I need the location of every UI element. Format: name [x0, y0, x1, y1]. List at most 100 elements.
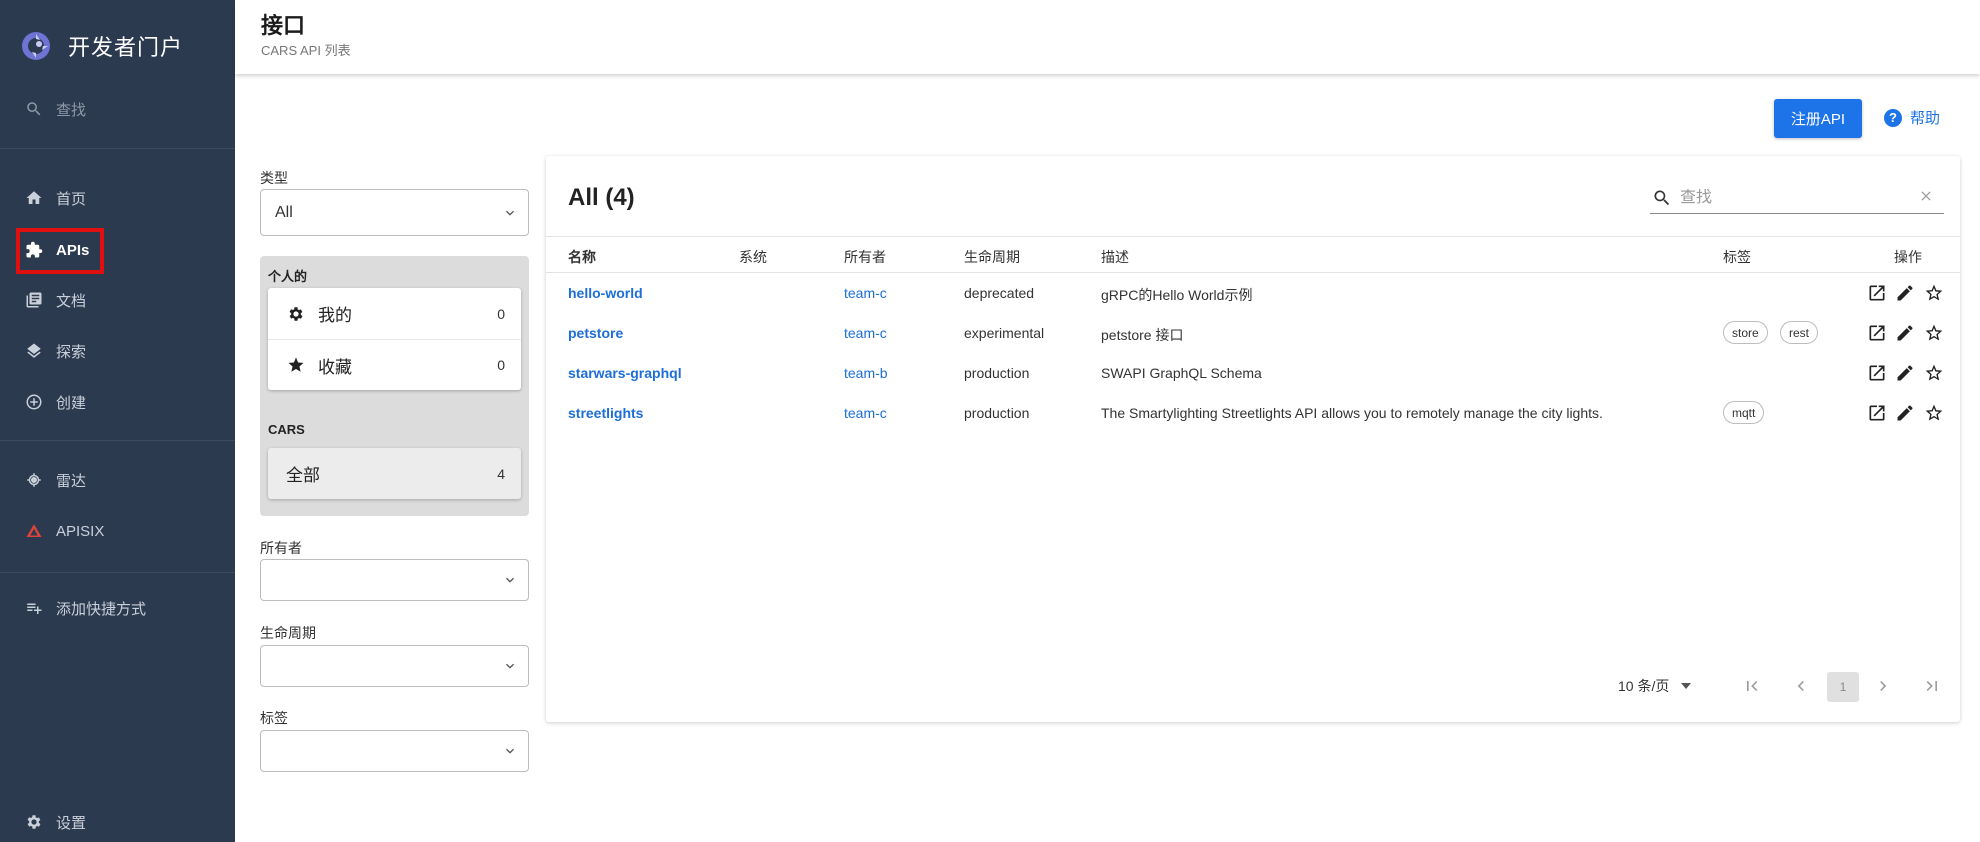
sidebar-item-add-shortcut[interactable]: 添加快捷方式 [24, 588, 146, 628]
star-outline-icon[interactable] [1923, 402, 1945, 424]
caret-down-icon [1681, 683, 1692, 689]
home-icon [24, 188, 44, 208]
help-link[interactable]: ? 帮助 [1884, 107, 1940, 128]
api-description: The Smartylighting Streetlights API allo… [1101, 405, 1603, 421]
chevron-down-icon [506, 210, 514, 216]
open-in-new-icon[interactable] [1866, 282, 1888, 304]
tags-filter-label: 标签 [260, 710, 288, 726]
api-lifecycle: deprecated [964, 285, 1035, 301]
sidebar-item-label: APISIX [56, 522, 105, 540]
column-header-tags[interactable]: 标签 [1723, 247, 1751, 267]
filter-starred[interactable]: 收藏 0 [268, 339, 521, 390]
tag-chip[interactable]: store [1723, 321, 1768, 344]
column-header-system[interactable]: 系统 [739, 247, 767, 267]
sidebar-item-label: 创建 [56, 394, 87, 412]
page-number-button[interactable]: 1 [1827, 672, 1859, 702]
api-owner-link[interactable]: team-c [844, 285, 887, 301]
column-header-owner[interactable]: 所有者 [844, 247, 886, 267]
sidebar-item-label: 雷达 [56, 472, 87, 490]
gear-icon [24, 812, 44, 832]
next-page-icon[interactable] [1869, 672, 1897, 700]
lifecycle-filter-label: 生命周期 [260, 625, 316, 641]
chevron-down-icon [506, 663, 514, 669]
api-name-link[interactable]: hello-world [568, 285, 643, 301]
type-filter-label: 类型 [260, 170, 288, 186]
api-owner-link[interactable]: team-c [844, 325, 887, 341]
column-header-lifecycle[interactable]: 生命周期 [964, 247, 1020, 267]
api-owner-link[interactable]: team-c [844, 405, 887, 421]
column-header-description[interactable]: 描述 [1101, 247, 1129, 267]
owner-filter-label: 所有者 [260, 540, 302, 556]
sidebar-item-apisix[interactable]: APISIX [24, 511, 104, 551]
filter-mine[interactable]: 我的 0 [268, 288, 521, 339]
open-in-new-icon[interactable] [1866, 402, 1888, 424]
register-api-button[interactable]: 注册API [1774, 99, 1862, 138]
logo[interactable]: 开发者门户 [20, 30, 183, 62]
api-description: SWAPI GraphQL Schema [1101, 365, 1262, 381]
filter-all[interactable]: 全部 4 [268, 448, 521, 499]
page-header: 接口 CARS API 列表 [235, 0, 1980, 74]
help-icon: ? [1884, 108, 1902, 127]
column-header-name[interactable]: 名称 [568, 247, 596, 267]
sidebar-item-label: APIs [56, 241, 90, 259]
star-outline-icon[interactable] [1923, 362, 1945, 384]
sidebar-item-label: 添加快捷方式 [56, 600, 147, 618]
api-owner-link[interactable]: team-b [844, 365, 888, 381]
sidebar-item-label: 设置 [56, 814, 87, 832]
radar-icon [24, 470, 44, 490]
sidebar-item-home[interactable]: 首页 [24, 178, 86, 218]
sidebar-item-radar[interactable]: 雷达 [24, 460, 86, 500]
help-label: 帮助 [1910, 110, 1941, 127]
sidebar-divider [0, 572, 235, 573]
filter-starred-count: 0 [497, 357, 505, 373]
edit-icon[interactable] [1894, 282, 1916, 304]
last-page-icon[interactable] [1918, 672, 1946, 700]
api-name-link[interactable]: streetlights [568, 405, 643, 421]
lifecycle-select[interactable] [260, 645, 529, 687]
previous-page-icon[interactable] [1787, 672, 1815, 700]
table-search [1650, 182, 1944, 214]
tags-select[interactable] [260, 730, 529, 772]
logo-icon [22, 32, 50, 60]
sidebar-divider [0, 440, 235, 441]
api-table-card: All (4) 名称 系统 所有者 生命周期 描述 标签 操作 hello-wo… [546, 156, 1960, 722]
tag-chip[interactable]: mqtt [1723, 401, 1765, 424]
sidebar-item-docs[interactable]: 文档 [24, 280, 86, 320]
api-name-link[interactable]: petstore [568, 325, 623, 341]
owner-select[interactable] [260, 559, 529, 601]
sidebar-item-label: 文档 [56, 292, 87, 310]
filter-starred-label: 收藏 [318, 357, 352, 377]
edit-icon[interactable] [1894, 322, 1916, 344]
edit-icon[interactable] [1894, 362, 1916, 384]
star-outline-icon[interactable] [1923, 322, 1945, 344]
table-search-input[interactable] [1680, 188, 1900, 207]
table-title: All (4) [568, 184, 635, 211]
apisix-icon [24, 521, 44, 541]
sidebar-item-label: 探索 [56, 343, 87, 361]
table-row: petstore team-c experimental petstore 接口… [546, 314, 1960, 354]
tag-chip[interactable]: rest [1780, 321, 1819, 344]
sidebar-item-create[interactable]: 创建 [24, 382, 86, 422]
puzzle-icon [24, 240, 44, 260]
open-in-new-icon[interactable] [1866, 362, 1888, 384]
search-icon [1654, 190, 1670, 205]
star-outline-icon[interactable] [1923, 282, 1945, 304]
filter-mine-count: 0 [497, 305, 505, 322]
edit-icon[interactable] [1894, 402, 1916, 424]
sidebar-search[interactable]: 查找 [24, 89, 86, 129]
api-name-link[interactable]: starwars-graphql [568, 365, 682, 381]
api-lifecycle: production [964, 405, 1030, 421]
type-select[interactable]: All [260, 189, 529, 236]
type-select-value: All [275, 203, 293, 221]
rows-per-page-select[interactable]: 10 条/页 [1618, 676, 1692, 696]
star-icon [286, 355, 306, 375]
sidebar-item-explore[interactable]: 探索 [24, 331, 86, 371]
sidebar: 开发者门户 查找 首页 APIs 文档 探索 创建 雷达 APISIX 添加快捷… [0, 0, 235, 842]
open-in-new-icon[interactable] [1866, 322, 1888, 344]
clear-icon[interactable] [1918, 188, 1934, 204]
filter-mine-label: 我的 [318, 306, 352, 325]
sidebar-item-settings[interactable]: 设置 [24, 802, 86, 842]
first-page-icon[interactable] [1738, 672, 1766, 700]
sidebar-item-apis[interactable]: APIs [24, 230, 89, 270]
table-row: starwars-graphql team-b production SWAPI… [546, 354, 1960, 394]
